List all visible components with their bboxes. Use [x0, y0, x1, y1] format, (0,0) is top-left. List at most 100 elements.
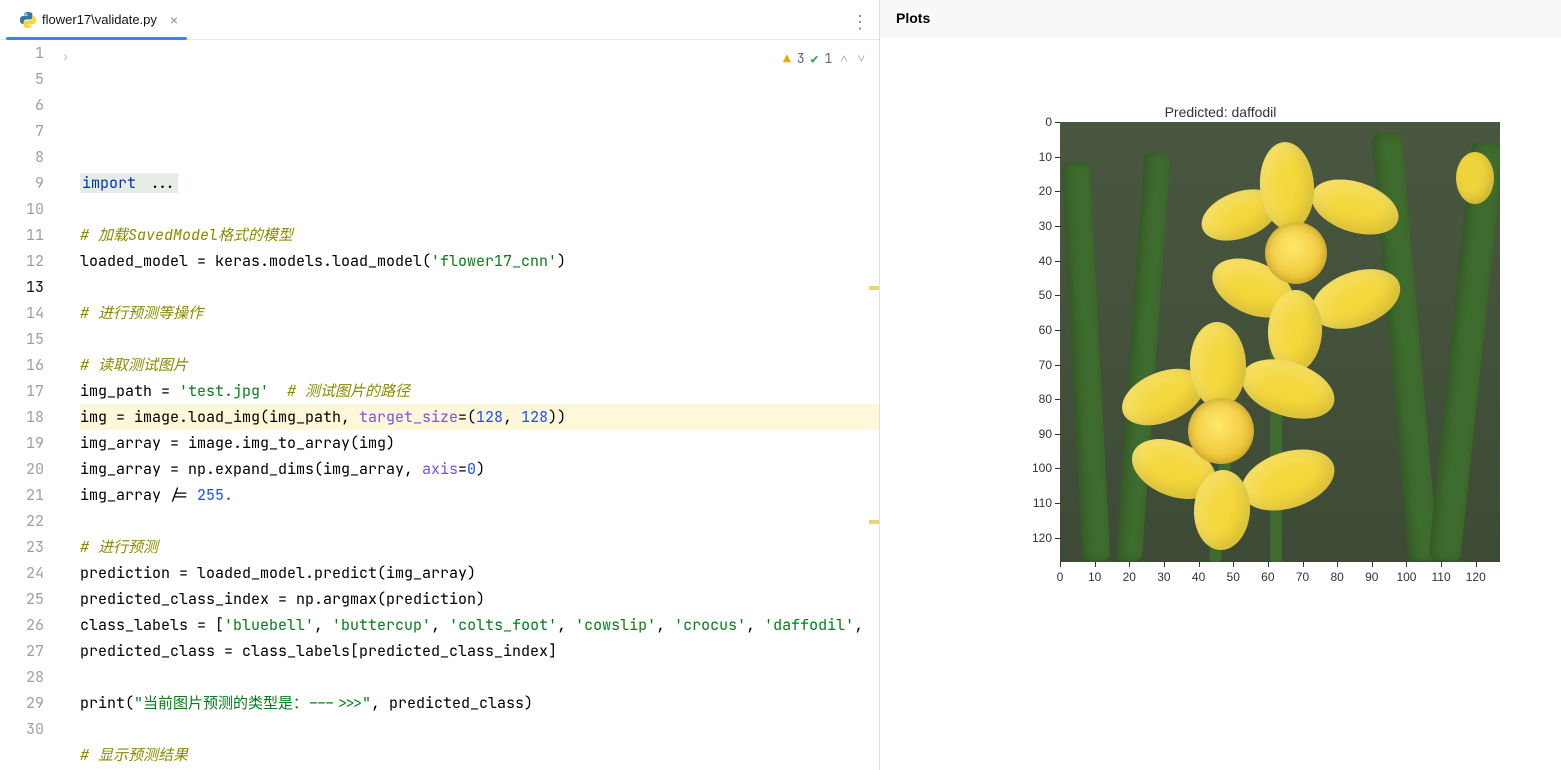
- code-line[interactable]: [80, 664, 879, 690]
- line-number: 30: [0, 716, 44, 742]
- code-line[interactable]: # 进行预测: [80, 534, 879, 560]
- code-line[interactable]: loaded_model = keras.models.load_model('…: [80, 248, 879, 274]
- code-line[interactable]: img_path = 'test.jpg' # 测试图片的路径: [80, 378, 879, 404]
- code-line[interactable]: # 显示预测结果: [80, 742, 879, 768]
- chevron-down-icon[interactable]: ˅: [856, 46, 867, 72]
- code-line[interactable]: predicted_class = class_labels[predicted…: [80, 638, 879, 664]
- x-tick-label: 110: [1432, 570, 1451, 584]
- plot-image-frame: [1060, 122, 1500, 562]
- code-line[interactable]: class_labels = ['bluebell', 'buttercup',…: [80, 612, 879, 638]
- y-tick-label: 90: [1039, 427, 1052, 441]
- x-tick-label: 60: [1261, 570, 1274, 584]
- fold-column: ›: [58, 40, 80, 770]
- line-number: 14: [0, 300, 44, 326]
- x-tick: [1441, 562, 1442, 567]
- tab-menu-icon[interactable]: ⋮: [851, 12, 869, 33]
- y-tick-label: 50: [1039, 288, 1052, 302]
- tab-label: flower17\validate.py: [42, 12, 157, 27]
- code-line[interactable]: [80, 274, 879, 300]
- x-tick-label: 80: [1330, 570, 1343, 584]
- line-number: 29: [0, 690, 44, 716]
- x-tick-label: 30: [1157, 570, 1170, 584]
- line-number: 9: [0, 170, 44, 196]
- y-tick-label: 110: [1033, 496, 1052, 510]
- line-number: 22: [0, 508, 44, 534]
- x-tick-label: 50: [1227, 570, 1240, 584]
- code-line[interactable]: [80, 196, 879, 222]
- line-number: 8: [0, 144, 44, 170]
- y-tick-label: 0: [1045, 115, 1052, 129]
- code-line[interactable]: import ...: [80, 170, 879, 196]
- warning-count: 3: [797, 46, 805, 72]
- x-tick: [1233, 562, 1234, 567]
- x-tick: [1095, 562, 1096, 567]
- x-tick-label: 90: [1365, 570, 1378, 584]
- close-icon[interactable]: ×: [167, 13, 181, 27]
- line-number: 1: [0, 40, 44, 66]
- line-number: 23: [0, 534, 44, 560]
- x-tick: [1476, 562, 1477, 567]
- x-tick-label: 10: [1088, 570, 1101, 584]
- x-tick: [1199, 562, 1200, 567]
- code-line[interactable]: [80, 326, 879, 352]
- y-tick-label: 60: [1039, 323, 1052, 337]
- line-number: 20: [0, 456, 44, 482]
- check-icon: ✔: [811, 46, 819, 72]
- y-tick-label: 40: [1039, 254, 1052, 268]
- x-tick: [1337, 562, 1338, 567]
- inspections-widget[interactable]: ▲ 3 ✔ 1 ˄ ˅: [783, 46, 867, 72]
- line-number: 28: [0, 664, 44, 690]
- code-line[interactable]: predicted_class_index = np.argmax(predic…: [80, 586, 879, 612]
- code-line[interactable]: [80, 508, 879, 534]
- warning-icon: ▲: [783, 46, 791, 72]
- line-number: 19: [0, 430, 44, 456]
- code-line[interactable]: # 加载SavedModel格式的模型: [80, 222, 879, 248]
- tab-validate-py[interactable]: flower17\validate.py ×: [0, 0, 193, 39]
- y-tick-label: 120: [1032, 531, 1052, 545]
- code-line[interactable]: img = image.load_img(img_path, target_si…: [80, 404, 879, 430]
- y-tick-label: 10: [1039, 150, 1052, 164]
- editor-tabs: flower17\validate.py × ⋮: [0, 0, 879, 40]
- code-line[interactable]: print("当前图片预测的类型是：--->>>", predicted_cla…: [80, 690, 879, 716]
- plots-title: Plots: [880, 0, 1561, 36]
- line-number: 7: [0, 118, 44, 144]
- line-number: 12: [0, 248, 44, 274]
- x-tick: [1303, 562, 1304, 567]
- plot-image: [1060, 122, 1500, 562]
- line-number: 18: [0, 404, 44, 430]
- line-number: 16: [0, 352, 44, 378]
- line-number: 5: [0, 66, 44, 92]
- code-area[interactable]: ▲ 3 ✔ 1 ˄ ˅ import ... # 加载SavedModel格式的…: [80, 40, 879, 770]
- plots-panel: Plots Predicted: daffodil 01020304050607…: [880, 0, 1561, 770]
- code-line[interactable]: # 进行预测等操作: [80, 300, 879, 326]
- chevron-right-icon[interactable]: ›: [62, 44, 69, 70]
- plot-title: Predicted: daffodil: [880, 104, 1561, 120]
- code-line[interactable]: [80, 716, 879, 742]
- line-number: 27: [0, 638, 44, 664]
- code-line[interactable]: # 读取测试图片: [80, 352, 879, 378]
- y-tick-label: 80: [1039, 392, 1052, 406]
- line-number: 10: [0, 196, 44, 222]
- x-tick: [1060, 562, 1061, 567]
- line-number: 17: [0, 378, 44, 404]
- line-number: 21: [0, 482, 44, 508]
- editor-body[interactable]: 1567891011121314151617181920212223242526…: [0, 40, 879, 770]
- line-number: 11: [0, 222, 44, 248]
- x-tick: [1372, 562, 1373, 567]
- line-number: 24: [0, 560, 44, 586]
- chevron-up-icon[interactable]: ˄: [838, 46, 849, 72]
- x-tick-label: 0: [1057, 570, 1064, 584]
- line-number: 26: [0, 612, 44, 638]
- ok-count: 1: [825, 46, 833, 72]
- line-number: 15: [0, 326, 44, 352]
- code-line[interactable]: img_array = image.img_to_array(img): [80, 430, 879, 456]
- editor-panel: flower17\validate.py × ⋮ 156789101112131…: [0, 0, 880, 770]
- x-tick-label: 20: [1123, 570, 1136, 584]
- x-tick-label: 40: [1192, 570, 1205, 584]
- code-line[interactable]: img_array = np.expand_dims(img_array, ax…: [80, 456, 879, 482]
- x-tick-label: 100: [1396, 570, 1416, 584]
- line-number: 6: [0, 92, 44, 118]
- code-line[interactable]: img_array /= 255.: [80, 482, 879, 508]
- code-line[interactable]: prediction = loaded_model.predict(img_ar…: [80, 560, 879, 586]
- plot-area[interactable]: Predicted: daffodil 01020304050607080901…: [880, 38, 1561, 770]
